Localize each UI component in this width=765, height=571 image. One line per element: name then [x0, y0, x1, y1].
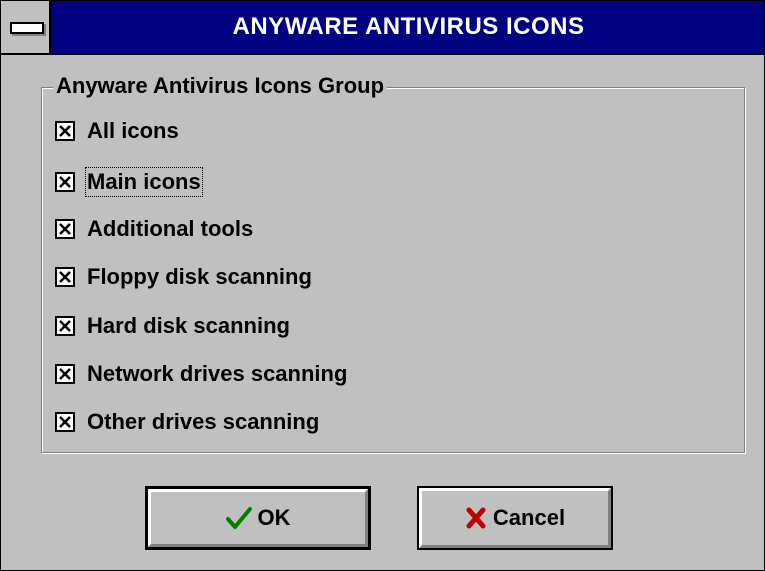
cancel-button[interactable]: Cancel [417, 486, 613, 550]
checkbox-label: Additional tools [87, 216, 254, 241]
cancel-button-label: Cancel [492, 505, 566, 530]
checkbox-label: Hard disk scanning [87, 313, 290, 338]
system-menu-dash-icon [10, 22, 44, 34]
group-label: Anyware Antivirus Icons Group [53, 73, 388, 99]
green-checkmark-icon [225, 506, 252, 530]
checkbox-checked-icon[interactable] [55, 412, 75, 432]
checkbox-checked-icon[interactable] [55, 316, 75, 336]
checkbox-hard-disk-scanning[interactable]: Hard disk scanning [55, 311, 290, 341]
ok-button-label: OK [257, 505, 291, 530]
checkbox-checked-icon[interactable] [55, 172, 75, 192]
title-bar[interactable]: ANYWARE ANTIVIRUS ICONS [1, 1, 764, 55]
checkbox-network-drives-scanning[interactable]: Network drives scanning [55, 359, 347, 389]
red-x-icon [465, 507, 487, 529]
checkbox-other-drives-scanning[interactable]: Other drives scanning [55, 407, 319, 437]
window-title: ANYWARE ANTIVIRUS ICONS [232, 13, 585, 40]
checkbox-checked-icon[interactable] [55, 267, 75, 287]
checkbox-main-icons[interactable]: Main icons [55, 167, 203, 197]
checkbox-label: Other drives scanning [87, 409, 320, 434]
system-menu-button[interactable] [1, 1, 51, 53]
checkbox-label: Network drives scanning [87, 361, 348, 386]
checkbox-checked-icon[interactable] [55, 121, 75, 141]
checkbox-label: All icons [87, 118, 179, 143]
dialog-window: ANYWARE ANTIVIRUS ICONS Anyware Antiviru… [0, 0, 765, 571]
checkbox-all-icons[interactable]: All icons [55, 116, 179, 146]
checkbox-floppy-disk-scanning[interactable]: Floppy disk scanning [55, 262, 312, 292]
checkbox-label: Floppy disk scanning [87, 264, 312, 289]
checkbox-additional-tools[interactable]: Additional tools [55, 214, 253, 244]
ok-button[interactable]: OK [145, 486, 371, 550]
checkbox-checked-icon[interactable] [55, 364, 75, 384]
checkbox-checked-icon[interactable] [55, 219, 75, 239]
checkbox-label: Main icons [85, 167, 203, 197]
